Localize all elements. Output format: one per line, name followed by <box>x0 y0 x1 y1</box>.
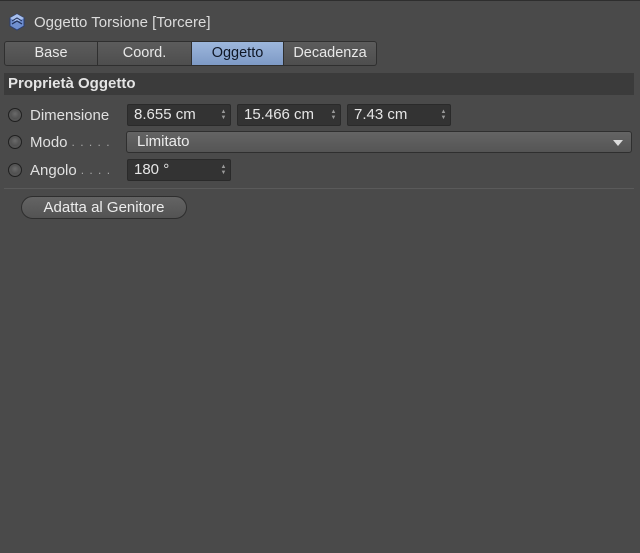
tab-bar: Base Coord. Oggetto Decadenza <box>4 41 377 66</box>
window-title: Oggetto Torsione [Torcere] <box>34 13 211 31</box>
dimensione-y-value: 15.466 cm <box>244 106 315 123</box>
dimensione-row: Dimensione 8.655 cm ▲ ▼ 15.466 cm ▲ ▼ 7.43… <box>8 103 638 127</box>
dimensione-animate-radio[interactable] <box>8 108 22 122</box>
chevron-down-icon <box>613 140 623 146</box>
twist-deformer-icon <box>9 13 25 31</box>
top-border <box>0 0 640 1</box>
dimensione-y-field[interactable]: 15.466 cm ▲ ▼ <box>237 104 341 126</box>
section-title: Proprietà Oggetto <box>4 73 634 95</box>
tab-base[interactable]: Base <box>4 41 98 66</box>
dimensione-label: Dimensione <box>30 106 110 124</box>
fit-to-parent-button[interactable]: Adatta al Genitore <box>21 196 187 219</box>
title-bar: Oggetto Torsione [Torcere] <box>8 10 210 34</box>
angolo-row: Angolo . . . . 180 ° ▲ ▼ <box>8 158 638 182</box>
spin-arrows-icon[interactable]: ▲ ▼ <box>220 109 227 121</box>
divider <box>4 188 634 189</box>
angolo-field[interactable]: 180 ° ▲ ▼ <box>127 159 231 181</box>
dimensione-z-field[interactable]: 7.43 cm ▲ ▼ <box>347 104 451 126</box>
angolo-dots: . . . . <box>80 163 112 177</box>
modo-dots: . . . . . <box>71 135 111 149</box>
spin-arrows-icon[interactable]: ▲ ▼ <box>440 109 447 121</box>
dimensione-z-value: 7.43 cm <box>354 106 408 123</box>
dimensione-x-value: 8.655 cm <box>134 106 196 123</box>
tab-coord[interactable]: Coord. <box>98 41 192 66</box>
angolo-animate-radio[interactable] <box>8 163 22 177</box>
tab-decadenza[interactable]: Decadenza <box>284 41 377 66</box>
spin-arrows-icon[interactable]: ▲ ▼ <box>220 164 227 176</box>
angolo-value: 180 ° <box>134 161 170 178</box>
modo-label: Modo <box>30 133 68 151</box>
angolo-label: Angolo <box>30 161 77 179</box>
dimensione-x-field[interactable]: 8.655 cm ▲ ▼ <box>127 104 231 126</box>
spin-arrows-icon[interactable]: ▲ ▼ <box>330 109 337 121</box>
modo-animate-radio[interactable] <box>8 135 22 149</box>
tab-oggetto[interactable]: Oggetto <box>192 41 284 66</box>
modo-selected-value: Limitato <box>137 133 190 150</box>
modo-row: Modo . . . . . Limitato <box>8 130 638 154</box>
modo-dropdown[interactable]: Limitato <box>126 131 632 153</box>
